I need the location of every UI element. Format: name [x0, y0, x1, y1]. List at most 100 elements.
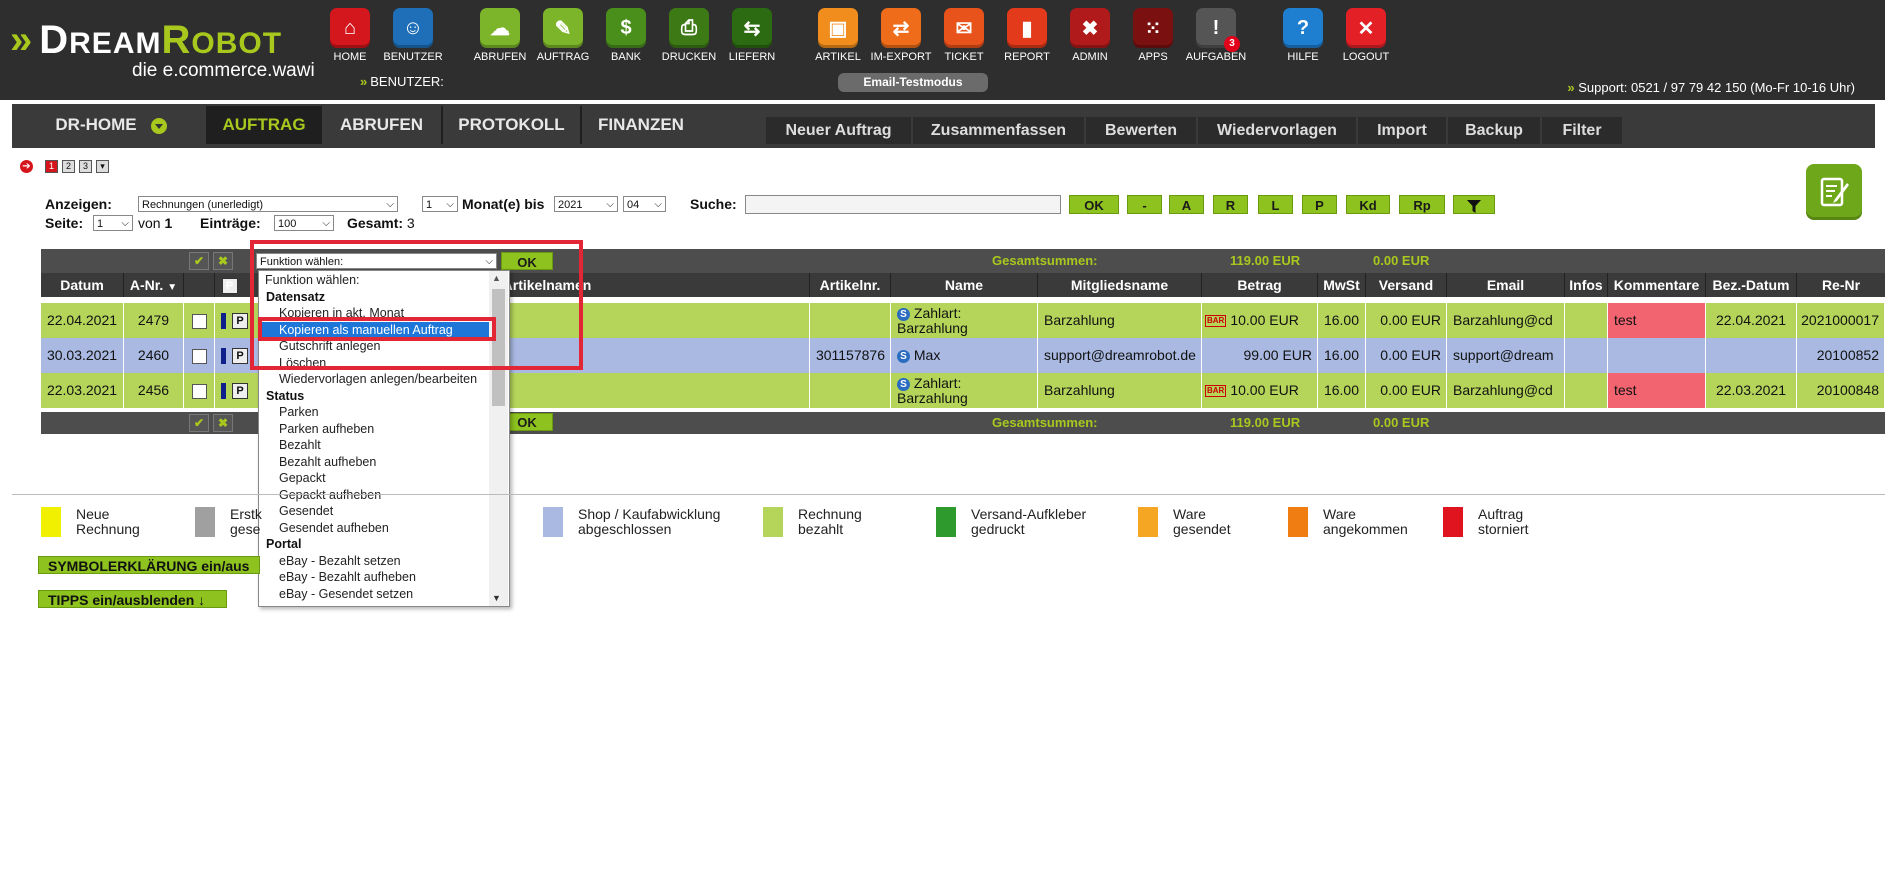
- nav-im-export[interactable]: ⇄ IM-EXPORT: [870, 8, 932, 63]
- row-checkbox[interactable]: [191, 348, 207, 364]
- subtab-filter[interactable]: Filter: [1542, 117, 1622, 144]
- col-mwst[interactable]: MwSt: [1318, 273, 1366, 297]
- tips-toggle[interactable]: TIPPS ein/ausblenden ↓: [38, 590, 227, 608]
- nav-logout[interactable]: ✕ LOGOUT: [1335, 8, 1397, 63]
- uncheck-all-icon[interactable]: ✖: [213, 252, 233, 270]
- dropdown-option[interactable]: Gepackt: [259, 470, 489, 487]
- s-info-icon[interactable]: S: [897, 307, 910, 321]
- subtab-wiedervorlagen[interactable]: Wiedervorlagen: [1198, 117, 1356, 144]
- col-infos[interactable]: Infos: [1565, 273, 1608, 297]
- check-all-icon[interactable]: ✔: [189, 252, 209, 270]
- nav-apps[interactable]: ⁙ APPS: [1122, 8, 1184, 63]
- nav-aufgaben[interactable]: ! 3 AUFGABEN: [1185, 8, 1247, 63]
- months-select[interactable]: 1 ⌵: [422, 196, 458, 212]
- nav-drucken[interactable]: ⎙ DRUCKEN: [658, 8, 720, 63]
- col-kommentare[interactable]: Kommentare: [1608, 273, 1706, 297]
- dropdown-option[interactable]: Bezahlt: [259, 437, 489, 454]
- nav-liefern[interactable]: ⇆ LIEFERN: [721, 8, 783, 63]
- filter-kd-button[interactable]: Kd: [1346, 195, 1390, 214]
- nav-benutzer[interactable]: ☺ BENUTZER: [382, 8, 444, 63]
- tab-dr-home[interactable]: DR-HOME: [16, 106, 208, 144]
- tab-abrufen[interactable]: ABRUFEN: [322, 106, 443, 144]
- dropdown-option[interactable]: eBay - Gesendet setzen: [259, 586, 489, 603]
- symbol-legend-toggle[interactable]: SYMBOLERKLÄRUNG ein/aus: [38, 556, 260, 574]
- dropdown-option[interactable]: Parken aufheben: [259, 421, 489, 438]
- row-checkbox[interactable]: [191, 313, 207, 329]
- filter-a-button[interactable]: A: [1169, 195, 1204, 214]
- cell-artikelnr: 301157876: [810, 338, 891, 373]
- month-select[interactable]: 04 ⌵: [623, 196, 666, 212]
- legend-swatch: [41, 507, 61, 537]
- col-artikelnr[interactable]: Artikelnr.: [810, 273, 891, 297]
- nav-home[interactable]: ⌂ HOME: [319, 8, 381, 63]
- nav-label: BANK: [611, 51, 641, 63]
- filter-minus-button[interactable]: -: [1127, 195, 1162, 214]
- filter-r-button[interactable]: R: [1213, 195, 1248, 214]
- scroll-down-icon[interactable]: ▼: [492, 593, 501, 603]
- dropdown-option[interactable]: Bezahlt aufheben: [259, 454, 489, 471]
- dreamrobot-logo[interactable]: » DREAMROBOT: [10, 18, 282, 63]
- uncheck-all-icon[interactable]: ✖: [213, 414, 233, 432]
- subtab-bewerten[interactable]: Bewerten: [1086, 117, 1196, 144]
- nav-bank[interactable]: $ BANK: [595, 8, 657, 63]
- col-datum[interactable]: Datum: [41, 273, 124, 297]
- col-versand[interactable]: Versand: [1366, 273, 1447, 297]
- funnel-filter-icon[interactable]: [1453, 195, 1495, 214]
- p-icon[interactable]: P: [232, 383, 248, 400]
- eintraege-select[interactable]: 100 ⌵: [274, 215, 334, 231]
- tab-protokoll[interactable]: PROTOKOLL: [443, 106, 582, 144]
- order-icon: ✎: [543, 8, 583, 48]
- tab-auftrag[interactable]: AUFTRAG: [208, 106, 322, 144]
- dropdown-option[interactable]: Gesendet: [259, 503, 489, 520]
- subtab-backup[interactable]: Backup: [1448, 117, 1540, 144]
- filter-rp-button[interactable]: Rp: [1399, 195, 1445, 214]
- col-anr[interactable]: A-Nr. ▼: [124, 273, 184, 297]
- col-mitgliedsname[interactable]: Mitgliedsname: [1038, 273, 1202, 297]
- col-re-nr[interactable]: Re-Nr: [1797, 273, 1885, 297]
- col-betrag[interactable]: Betrag: [1202, 273, 1318, 297]
- nav-hilfe[interactable]: ? HILFE: [1272, 8, 1334, 63]
- notes-icon[interactable]: [1806, 164, 1862, 220]
- year-select[interactable]: 2021 ⌵: [554, 196, 618, 212]
- s-info-icon[interactable]: S: [897, 377, 910, 391]
- check-all-icon[interactable]: ✔: [189, 414, 209, 432]
- s-info-icon[interactable]: S: [897, 349, 910, 363]
- subtab-neuer-auftrag[interactable]: Neuer Auftrag: [766, 117, 911, 144]
- subtab-import[interactable]: Import: [1358, 117, 1446, 144]
- search-input[interactable]: [745, 195, 1061, 214]
- row-checkbox[interactable]: [191, 383, 207, 399]
- dropdown-option[interactable]: Wiedervorlagen anlegen/bearbeiten: [259, 371, 489, 388]
- filter-small-icon[interactable]: ▾: [96, 160, 109, 173]
- dropdown-option[interactable]: eBay - Bezahlt aufheben: [259, 569, 489, 586]
- nav-ticket[interactable]: ✉ TICKET: [933, 8, 995, 63]
- col-bez-datum[interactable]: Bez.-Datum: [1706, 273, 1797, 297]
- nav-admin[interactable]: ✖ ADMIN: [1059, 8, 1121, 63]
- nav-auftrag[interactable]: ✎ AUFTRAG: [532, 8, 594, 63]
- dropdown-option[interactable]: Gesendet aufheben: [259, 520, 489, 537]
- home-icon: ⌂: [330, 8, 370, 48]
- subtab-zusammenfassen[interactable]: Zusammenfassen: [913, 117, 1084, 144]
- page-2-icon[interactable]: 2: [62, 160, 75, 173]
- page-3-icon[interactable]: 3: [79, 160, 92, 173]
- dropdown-option[interactable]: eBay - Bezahlt setzen: [259, 553, 489, 570]
- filter-l-button[interactable]: L: [1258, 195, 1293, 214]
- apps-grid-icon: ⁙: [1133, 8, 1173, 48]
- p-icon[interactable]: P: [232, 348, 248, 365]
- submenu-user[interactable]: » BENUTZER:: [360, 74, 444, 89]
- p-icon[interactable]: P: [232, 313, 248, 330]
- filter-p-button[interactable]: P: [1302, 195, 1337, 214]
- arrow-right-icon[interactable]: ➔: [20, 160, 33, 173]
- col-name[interactable]: Name: [891, 273, 1038, 297]
- anzeigen-select[interactable]: Rechnungen (unerledigt) ⌵: [138, 196, 398, 212]
- printer-icon: ⎙: [669, 8, 709, 48]
- dropdown-option[interactable]: Parken: [259, 404, 489, 421]
- nav-label: ADMIN: [1072, 51, 1108, 63]
- page-1-icon[interactable]: 1: [45, 160, 58, 173]
- nav-abrufen[interactable]: ☁ ABRUFEN: [469, 8, 531, 63]
- search-ok-button[interactable]: OK: [1069, 195, 1119, 214]
- nav-report[interactable]: ▮ REPORT: [996, 8, 1058, 63]
- seite-select[interactable]: 1 ⌵: [93, 215, 133, 231]
- nav-artikel[interactable]: ▣ ARTIKEL: [807, 8, 869, 63]
- tab-finanzen[interactable]: FINANZEN: [582, 106, 700, 144]
- col-email[interactable]: Email: [1447, 273, 1565, 297]
